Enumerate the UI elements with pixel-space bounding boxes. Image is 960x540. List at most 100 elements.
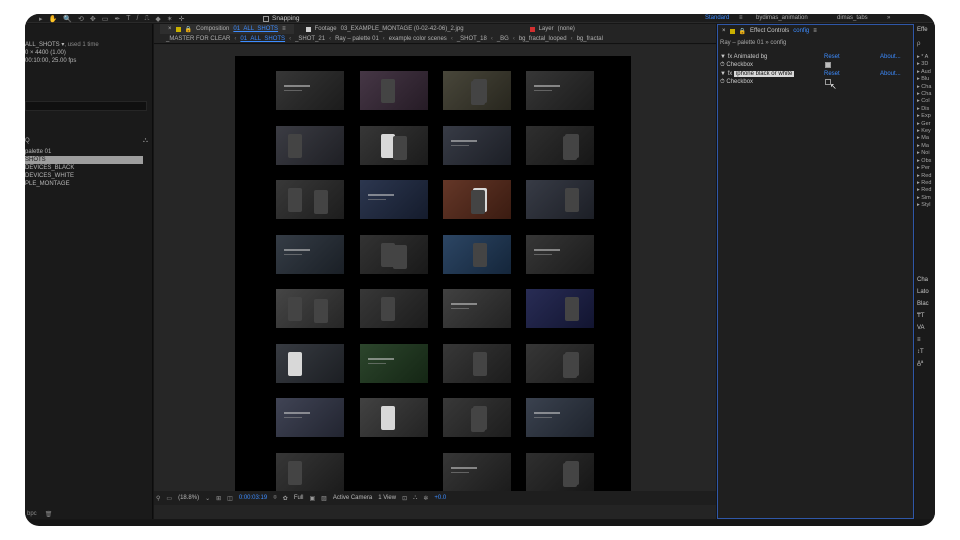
comp-thumbnail[interactable] [443,453,511,492]
effect-row[interactable]: ▼ fx iphone black or white Reset About... [720,70,912,78]
comp-thumbnail[interactable] [360,126,428,165]
tool-button[interactable]: ⎍ [144,15,149,23]
preset-category[interactable]: ▸ Blu [917,76,931,83]
color-icon[interactable]: ✿ [283,495,288,502]
comp-thumbnail[interactable] [276,398,344,437]
tool-button[interactable]: ✒ [114,15,120,23]
comp-thumbnail[interactable] [276,126,344,165]
preset-category[interactable]: ▸ 3D [917,61,931,68]
workspace-tab[interactable]: dimas_tabs [837,14,868,23]
effect-reset-link[interactable]: Reset [824,53,840,61]
character-control[interactable]: ₸T [917,310,929,322]
comp-thumbnail[interactable] [360,344,428,383]
preset-category[interactable]: ▸ Styl [917,202,931,209]
comp-thumbnail[interactable] [360,180,428,219]
preset-category[interactable]: ▸ Cha [917,91,931,98]
preset-category[interactable]: ▸ Red [917,187,931,194]
character-control[interactable]: ↕T [917,346,929,358]
comp-thumbnail[interactable] [526,235,594,274]
tool-button[interactable]: ◆ [155,15,160,23]
project-item[interactable]: DEVICES_WHITE [25,172,143,180]
effect-name[interactable]: iphone black or white [733,71,795,77]
comp-thumbnail[interactable] [443,344,511,383]
exposure-icon[interactable]: ✲ [423,495,428,502]
comp-thumbnail[interactable] [526,453,594,492]
comp-thumbnail[interactable] [360,71,428,110]
snapping-toggle[interactable]: Snapping [263,14,299,23]
twirl-down-icon[interactable]: ▼ [720,71,728,77]
comp-thumbnail[interactable] [276,235,344,274]
project-search-input[interactable] [25,101,147,111]
preset-category[interactable]: ▸ Aud [917,69,931,76]
comp-thumbnail[interactable] [526,71,594,110]
flowchart-icon[interactable]: ⛬ [413,495,417,502]
tool-button[interactable]: ✋ [49,15,58,23]
project-item[interactable]: PLE_MONTAGE [25,180,143,188]
comp-thumbnail[interactable] [526,126,594,165]
tool-button[interactable]: ✛ [179,15,185,23]
composition-viewer[interactable]: ⚲ ▭ (18.8%) ⌄ ⊞ ◫ 0:00:03:19 ⌾ ✿ Full ▣ … [154,45,716,505]
comp-thumbnail[interactable] [276,289,344,328]
resolution-select[interactable]: Full [294,495,304,501]
preset-category[interactable]: ▸ Ger [917,121,931,128]
comp-canvas[interactable] [235,56,631,503]
comp-thumbnail[interactable] [276,344,344,383]
twirl-down-icon[interactable]: ▼ [720,54,728,60]
effect-checkbox[interactable] [825,62,831,68]
breadcrumb-item[interactable]: 01_ALL_SHOTS [236,36,289,42]
breadcrumb-item[interactable]: _MASTER FOR CLEAR [154,36,234,42]
breadcrumb-item[interactable]: bg_fractal [573,36,607,42]
view-layout-select[interactable]: 1 View [378,495,396,501]
comp-thumbnail[interactable] [360,289,428,328]
comp-thumbnail[interactable] [443,398,511,437]
preset-category[interactable]: ▸ Red [917,180,931,187]
comp-thumbnail[interactable] [526,344,594,383]
preset-category[interactable]: ▸ Ma [917,143,931,150]
lock-icon[interactable]: 🔒 [739,28,746,35]
transparency-icon[interactable]: ▨ [321,495,327,502]
character-control[interactable]: Cha [917,274,929,286]
lock-icon[interactable]: 🔒 [185,26,192,33]
breadcrumb-item[interactable]: _BG [493,36,513,42]
project-item[interactable]: palette 01 [25,148,143,156]
flowchart-icon[interactable]: ⛬ [143,137,148,145]
exposure-value[interactable]: +0.0 [434,495,446,501]
snapping-checkbox[interactable] [263,15,269,22]
preset-category[interactable]: ▸ * A [917,54,931,61]
panel-menu-icon[interactable]: ≡ [282,26,286,32]
zoom-select[interactable]: (18.8%) [178,495,199,501]
comp-thumbnail[interactable] [443,71,511,110]
character-control[interactable]: A̲ª [917,358,929,370]
monitor-icon[interactable]: ▭ [166,495,172,502]
comp-thumbnail[interactable] [526,180,594,219]
preset-category[interactable]: ▸ Col [917,98,931,105]
preset-category[interactable]: ▸ Dis [917,106,931,113]
breadcrumb-item[interactable]: _SHOT_18 [453,36,491,42]
region-icon[interactable]: ⚲ [156,495,160,502]
comp-thumbnail[interactable] [276,180,344,219]
project-item[interactable]: SHOTS [25,156,143,164]
breadcrumb-item[interactable]: _SHOT_21 [291,36,329,42]
preset-category[interactable]: ▸ Exp [917,113,931,120]
preset-category[interactable]: ▸ Key [917,128,931,135]
viewer-tab[interactable]: Footage 03_EXAMPLE_MONTAGE (0-02-42-06)_2… [298,24,472,34]
mask-icon[interactable]: ◫ [227,495,233,502]
comp-thumbnail[interactable] [360,235,428,274]
chevron-down-icon[interactable]: ⌄ [205,495,210,502]
comp-thumbnail[interactable] [443,126,511,165]
comp-thumbnail[interactable] [443,289,511,328]
trash-icon[interactable]: 🗑 [45,511,53,518]
workspace-tab[interactable]: Standard [705,14,729,23]
breadcrumb-item[interactable]: Ray – palette 01 [331,36,383,42]
viewer-tab[interactable]: Layer (none) [522,24,583,34]
preset-category[interactable]: ▸ Sim [917,195,931,202]
tool-button[interactable]: T [126,15,130,22]
comp-thumbnail[interactable] [276,453,344,492]
effect-row[interactable]: ▼ fx Animated bg Reset About... [720,53,912,61]
comp-thumbnail[interactable] [526,398,594,437]
grid-icon[interactable]: ⊞ [216,495,221,502]
preset-category[interactable]: ▸ Cha [917,84,931,91]
preset-category[interactable]: ▸ Noi [917,150,931,157]
comp-thumbnail[interactable] [360,398,428,437]
workspace-tab[interactable]: bydimas_animation [756,14,808,23]
